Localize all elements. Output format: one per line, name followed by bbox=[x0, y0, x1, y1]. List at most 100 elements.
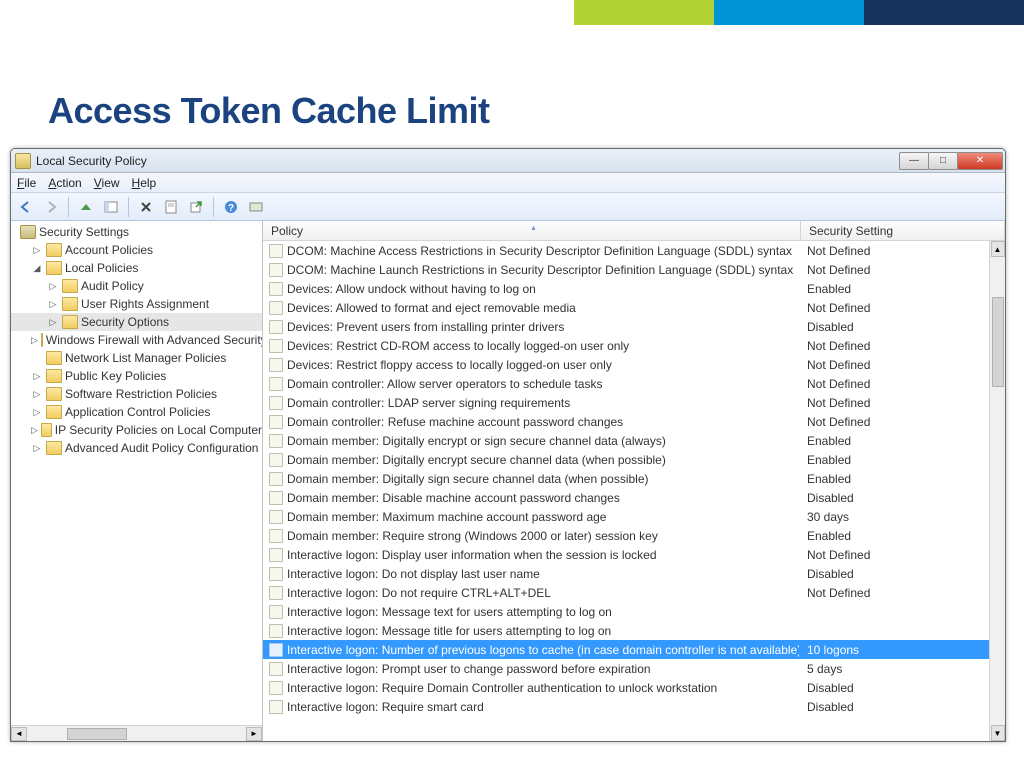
policy-row[interactable]: DCOM: Machine Access Restrictions in Sec… bbox=[263, 241, 989, 260]
close-button[interactable]: ✕ bbox=[957, 152, 1003, 170]
expand-icon[interactable]: ▷ bbox=[31, 407, 43, 418]
policy-name: Interactive logon: Do not require CTRL+A… bbox=[287, 586, 799, 600]
scroll-left-icon[interactable]: ◄ bbox=[11, 727, 27, 741]
policy-row[interactable]: Devices: Allowed to format and eject rem… bbox=[263, 298, 989, 317]
menu-help[interactable]: Help bbox=[132, 176, 157, 190]
tree-item[interactable]: ▷Windows Firewall with Advanced Security bbox=[11, 331, 262, 349]
policy-row[interactable]: Interactive logon: Require smart cardDis… bbox=[263, 697, 989, 716]
tree-item[interactable]: ◢Local Policies bbox=[11, 259, 262, 277]
scroll-thumb[interactable] bbox=[992, 297, 1004, 387]
policy-icon bbox=[269, 491, 283, 505]
menu-file[interactable]: File bbox=[17, 176, 36, 190]
help-button[interactable]: ? bbox=[220, 196, 242, 218]
scroll-up-icon[interactable]: ▲ bbox=[991, 241, 1005, 257]
policy-setting: Enabled bbox=[799, 282, 851, 296]
menu-action[interactable]: Action bbox=[48, 176, 81, 190]
back-button[interactable] bbox=[15, 196, 37, 218]
expand-icon[interactable]: ▷ bbox=[31, 245, 43, 256]
extra-button[interactable] bbox=[245, 196, 267, 218]
tree-item[interactable]: ▷ Audit Policy bbox=[11, 277, 262, 295]
policy-row[interactable]: Devices: Restrict floppy access to local… bbox=[263, 355, 989, 374]
expand-icon[interactable]: ▷ bbox=[31, 425, 38, 436]
policy-row[interactable]: Domain member: Digitally sign secure cha… bbox=[263, 469, 989, 488]
forward-button[interactable] bbox=[40, 196, 62, 218]
policy-row[interactable]: Devices: Allow undock without having to … bbox=[263, 279, 989, 298]
tree-item[interactable]: ▷Application Control Policies bbox=[11, 403, 262, 421]
policy-icon bbox=[269, 624, 283, 638]
expand-icon[interactable]: ▷ bbox=[31, 371, 43, 382]
menu-view[interactable]: View bbox=[94, 176, 120, 190]
stripe-lime bbox=[574, 0, 714, 25]
policy-row[interactable]: Interactive logon: Display user informat… bbox=[263, 545, 989, 564]
tree-item[interactable]: ▷Account Policies bbox=[11, 241, 262, 259]
up-button[interactable] bbox=[75, 196, 97, 218]
expand-icon[interactable]: ▷ bbox=[47, 299, 59, 310]
expand-icon[interactable]: ▷ bbox=[31, 443, 43, 454]
decorative-stripes bbox=[574, 0, 1024, 25]
column-header-policy[interactable]: Policy ▴ bbox=[263, 221, 801, 240]
policy-row[interactable]: Interactive logon: Require Domain Contro… bbox=[263, 678, 989, 697]
policy-icon bbox=[269, 396, 283, 410]
policy-row[interactable]: Interactive logon: Message title for use… bbox=[263, 621, 989, 640]
slide-title: Access Token Cache Limit bbox=[48, 90, 490, 132]
tree-item[interactable]: Network List Manager Policies bbox=[11, 349, 262, 367]
policy-row[interactable]: Domain member: Digitally encrypt secure … bbox=[263, 450, 989, 469]
policy-icon bbox=[269, 472, 283, 486]
tree-item-label: Public Key Policies bbox=[65, 369, 166, 383]
policy-row[interactable]: Interactive logon: Do not require CTRL+A… bbox=[263, 583, 989, 602]
policy-row[interactable]: Domain controller: Allow server operator… bbox=[263, 374, 989, 393]
policy-row[interactable]: Domain member: Digitally encrypt or sign… bbox=[263, 431, 989, 450]
show-hide-tree-button[interactable] bbox=[100, 196, 122, 218]
folder-icon bbox=[46, 243, 62, 257]
tree-item[interactable]: ▷Advanced Audit Policy Configuration bbox=[11, 439, 262, 457]
policy-row[interactable]: Devices: Restrict CD-ROM access to local… bbox=[263, 336, 989, 355]
vertical-scrollbar[interactable]: ▲ ▼ bbox=[989, 241, 1005, 741]
policy-row[interactable]: Interactive logon: Prompt user to change… bbox=[263, 659, 989, 678]
policy-row[interactable]: Interactive logon: Message text for user… bbox=[263, 602, 989, 621]
policy-row[interactable]: Domain member: Disable machine account p… bbox=[263, 488, 989, 507]
policy-row[interactable]: Interactive logon: Number of previous lo… bbox=[263, 640, 989, 659]
expand-icon[interactable]: ▷ bbox=[47, 281, 59, 292]
tree-item[interactable]: ▷ Security Options bbox=[11, 313, 262, 331]
folder-icon bbox=[46, 369, 62, 383]
export-button[interactable] bbox=[185, 196, 207, 218]
policy-row[interactable]: Domain member: Require strong (Windows 2… bbox=[263, 526, 989, 545]
maximize-button[interactable]: □ bbox=[928, 152, 958, 170]
tree-item[interactable]: ▷User Rights Assignment bbox=[11, 295, 262, 313]
properties-button[interactable] bbox=[160, 196, 182, 218]
policy-row[interactable]: Interactive logon: Do not display last u… bbox=[263, 564, 989, 583]
scroll-right-icon[interactable]: ► bbox=[246, 727, 262, 741]
policy-setting: Not Defined bbox=[799, 415, 870, 429]
policy-icon bbox=[269, 529, 283, 543]
tree-item[interactable]: ▷ Public Key Policies bbox=[11, 367, 262, 385]
expand-icon[interactable]: ▷ bbox=[47, 317, 59, 328]
folder-icon bbox=[46, 387, 62, 401]
policy-row[interactable]: Devices: Prevent users from installing p… bbox=[263, 317, 989, 336]
tree-item[interactable]: ▷Software Restriction Policies bbox=[11, 385, 262, 403]
folder-icon bbox=[46, 351, 62, 365]
tree-item[interactable]: ▷IP Security Policies on Local Computer bbox=[11, 421, 262, 439]
scroll-down-icon[interactable]: ▼ bbox=[991, 725, 1005, 741]
policy-row[interactable]: Domain controller: Refuse machine accoun… bbox=[263, 412, 989, 431]
scroll-thumb[interactable] bbox=[67, 728, 127, 740]
policy-setting: Not Defined bbox=[799, 586, 870, 600]
tree-horizontal-scrollbar[interactable]: ◄ ► bbox=[11, 725, 262, 741]
expand-icon[interactable]: ▷ bbox=[31, 389, 43, 400]
policy-name: Interactive logon: Require Domain Contro… bbox=[287, 681, 799, 695]
tree-item-label: Audit Policy bbox=[81, 279, 144, 293]
collapse-icon[interactable]: ◢ bbox=[31, 263, 43, 274]
column-header-setting[interactable]: Security Setting bbox=[801, 221, 1005, 240]
policy-name: Domain member: Digitally encrypt or sign… bbox=[287, 434, 799, 448]
tree-root[interactable]: Security Settings bbox=[11, 223, 262, 241]
folder-icon bbox=[62, 315, 78, 329]
policy-row[interactable]: Domain controller: LDAP server signing r… bbox=[263, 393, 989, 412]
expand-icon[interactable]: ▷ bbox=[31, 335, 38, 346]
delete-button[interactable] bbox=[135, 196, 157, 218]
policy-name: Domain member: Digitally encrypt secure … bbox=[287, 453, 799, 467]
policy-icon bbox=[269, 263, 283, 277]
policy-row[interactable]: DCOM: Machine Launch Restrictions in Sec… bbox=[263, 260, 989, 279]
policy-row[interactable]: Domain member: Maximum machine account p… bbox=[263, 507, 989, 526]
tree-item-label: Security Options bbox=[81, 315, 169, 329]
titlebar[interactable]: Local Security Policy — □ ✕ bbox=[11, 149, 1005, 173]
minimize-button[interactable]: — bbox=[899, 152, 929, 170]
